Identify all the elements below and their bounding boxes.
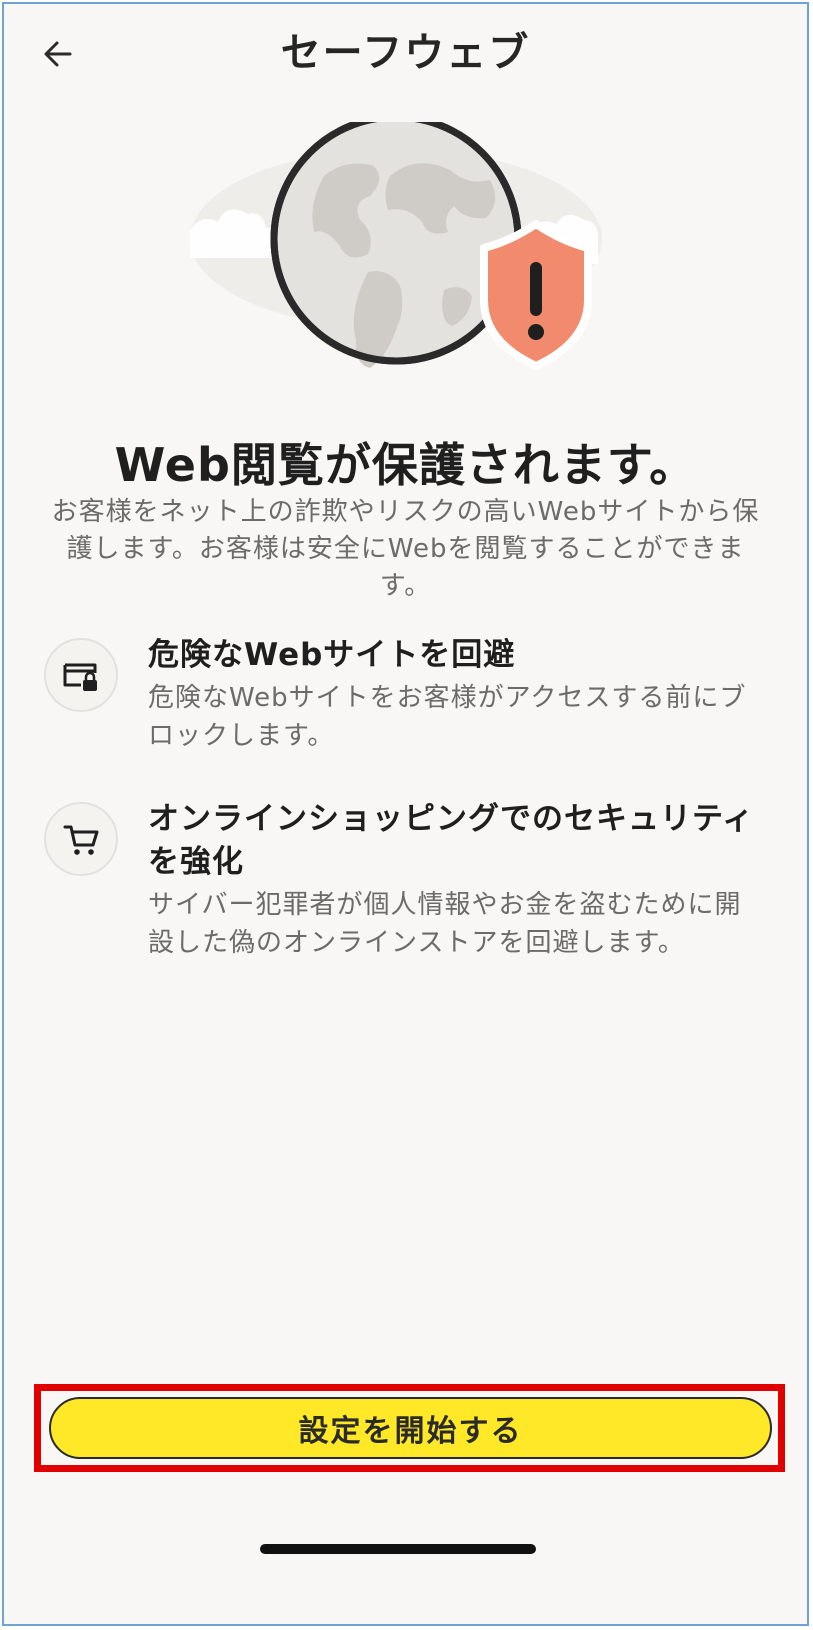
hero-illustration <box>190 122 602 370</box>
feature-text: 危険なWebサイトを回避 危険なWebサイトをお客様がアクセスする前にブロックし… <box>148 634 767 755</box>
feature-description: 危険なWebサイトをお客様がアクセスする前にブロックします。 <box>148 683 747 751</box>
feature-icon-badge <box>44 802 118 876</box>
home-indicator[interactable] <box>260 1544 536 1554</box>
page-title: セーフウェブ <box>280 30 531 76</box>
cta-highlight-frame: 設定を開始する <box>34 1384 785 1472</box>
shopping-cart-icon <box>63 825 99 855</box>
browser-lock-icon <box>63 663 97 691</box>
feature-description: サイバー犯罪者が個人情報やお金を盗むために開設した偽のオンラインストアを回避しま… <box>148 890 742 958</box>
shield-warning-icon <box>480 220 592 370</box>
screen: セーフウェブ Web閲覧が保護されます。 お客様をネット上の詐欺やリスクの高いW… <box>2 2 809 1626</box>
start-setup-button[interactable]: 設定を開始する <box>49 1397 772 1459</box>
intro-text: お客様をネット上の詐欺やリスクの高いWebサイトから保護します。お客様は安全にW… <box>51 497 760 601</box>
feature-text: オンラインショッピングでのセキュリティを強化 サイバー犯罪者が個人情報やお金を盗… <box>148 798 767 962</box>
feature-title: 危険なWebサイトを回避 <box>148 637 516 673</box>
header: セーフウェブ <box>4 4 807 94</box>
headline: Web閲覧が保護されます。 <box>114 438 697 492</box>
feature-icon-badge <box>44 638 118 712</box>
feature-title: オンラインショッピングでのセキュリティを強化 <box>148 801 755 880</box>
